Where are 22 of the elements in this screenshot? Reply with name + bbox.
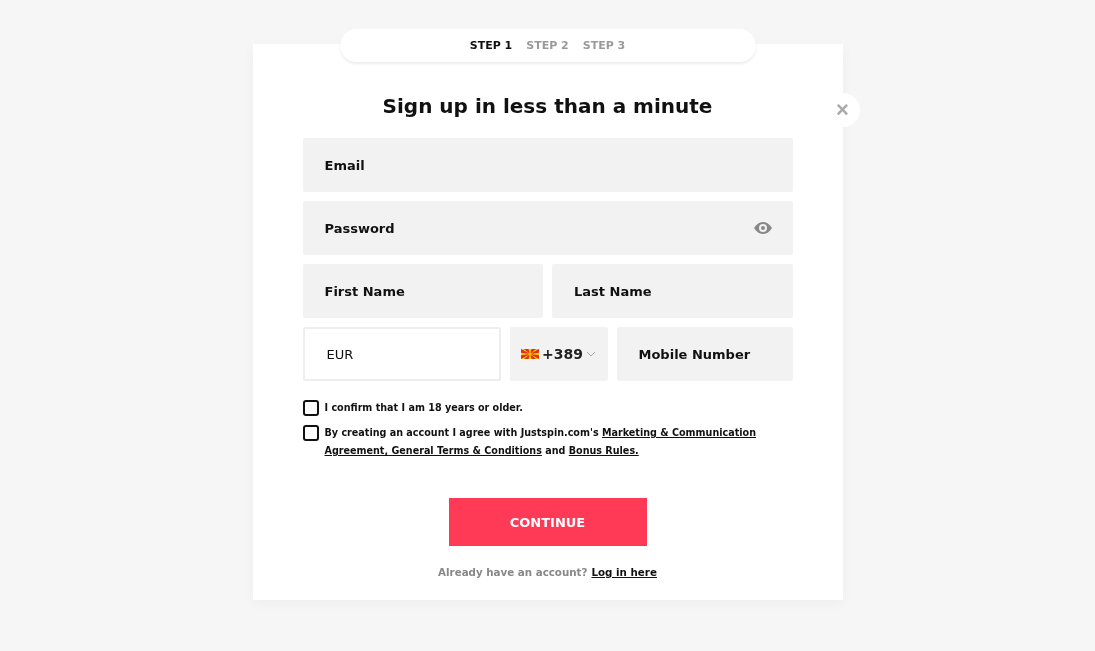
consent-text: I confirm that I am 18 years or older. <box>324 401 523 415</box>
form-title: Sign up in less than a minute <box>382 94 713 118</box>
checkbox[interactable] <box>302 400 319 416</box>
terms-link[interactable]: Marketing & Communication <box>601 427 756 438</box>
currency-field[interactable]: EUR <box>302 327 501 381</box>
first-name-field[interactable]: First Name <box>302 264 543 318</box>
checkbox[interactable] <box>302 425 319 441</box>
eye-icon[interactable] <box>753 222 772 234</box>
mobile-number-field[interactable]: Mobile Number <box>616 327 793 381</box>
login-prompt: Already have an account? <box>438 566 588 578</box>
chevron-down-icon <box>586 351 596 357</box>
country-code-select[interactable]: +389 <box>509 327 608 381</box>
last-name-field[interactable]: Last Name <box>552 264 793 318</box>
email-field[interactable]: Email <box>302 138 793 192</box>
terms-link[interactable]: Bonus Rules. <box>568 445 639 456</box>
flag-icon <box>521 349 539 359</box>
terms-link[interactable]: Agreement, General Terms & Conditions <box>324 445 542 456</box>
step-tab[interactable]: STEP 1 <box>469 39 513 52</box>
consent-text: By creating an account I agree with Justspin.com's Marketing & Communication Agreement, General Terms & Conditions and Bonus Rules. <box>324 426 757 458</box>
login-link[interactable]: Log in here <box>591 566 657 578</box>
continue-button[interactable]: CONTINUE <box>448 498 647 546</box>
password-field[interactable]: Password <box>302 201 793 255</box>
